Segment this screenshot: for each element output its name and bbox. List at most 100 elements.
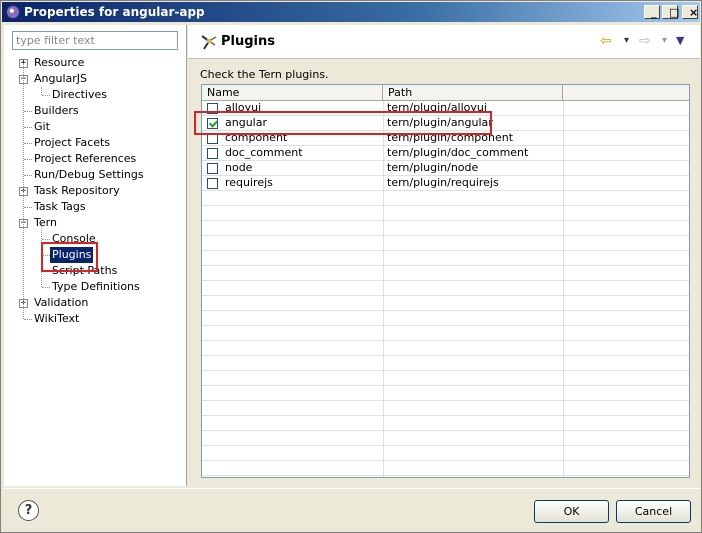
window-title: Properties for angular-app — [24, 5, 205, 19]
filter-input[interactable] — [12, 31, 178, 50]
tree-item-script-paths[interactable]: Script Paths — [4, 263, 187, 279]
minimize-button[interactable]: _ — [644, 5, 660, 19]
forward-arrow-icon[interactable]: ⇨ — [639, 33, 651, 49]
tree-item-builders[interactable]: Builders — [4, 103, 187, 119]
plugin-path: tern/plugin/doc_comment — [387, 146, 529, 159]
view-menu-icon[interactable]: ▼ — [676, 33, 684, 49]
tree-item-git[interactable]: Git — [4, 119, 187, 135]
plugins-table: Name Path alloyui tern/plugin/alloyui angu… — [201, 84, 690, 478]
tree-item-label: Task Tags — [34, 200, 86, 213]
table-row[interactable]: node tern/plugin/node — [202, 161, 689, 176]
empty-table-row — [202, 251, 689, 266]
empty-table-row — [202, 311, 689, 326]
plugin-name: alloyui — [225, 101, 262, 114]
empty-table-row — [202, 356, 689, 371]
plugin-checkbox[interactable] — [207, 163, 218, 174]
plugin-name: doc_comment — [225, 146, 303, 159]
column-header-path[interactable]: Path — [383, 85, 563, 101]
tree-connector — [24, 175, 32, 176]
help-button[interactable]: ? — [18, 500, 39, 521]
tree-item-label: Type Definitions — [52, 280, 140, 293]
tree-item-project-facets[interactable]: Project Facets — [4, 135, 187, 151]
column-header-name[interactable]: Name — [202, 85, 383, 101]
tree-item-tern[interactable]: − Tern — [4, 215, 187, 231]
tree-connector — [24, 319, 32, 320]
properties-dialog: Properties for angular-app _ □ × +Resour… — [0, 0, 702, 533]
page-header: Plugins ⇦ ▾ ⇨ ▾ ▼ — [188, 25, 700, 59]
tree-connector — [42, 95, 50, 96]
tree-item-label: Git — [34, 120, 50, 133]
page-title: Plugins — [221, 34, 275, 49]
button-bar: ? OK Cancel — [2, 488, 700, 532]
tree-item-plugins[interactable]: Plugins — [4, 247, 187, 263]
empty-table-row — [202, 296, 689, 311]
plugin-path: tern/plugin/node — [387, 161, 479, 174]
tree-connector — [24, 143, 32, 144]
empty-table-row — [202, 206, 689, 221]
empty-table-row — [202, 236, 689, 251]
tree-item-label: Plugins — [50, 247, 94, 263]
tern-plugin-icon — [201, 35, 217, 50]
table-row[interactable]: alloyui tern/plugin/alloyui — [202, 101, 689, 116]
plugin-checkbox[interactable] — [207, 178, 218, 189]
tree-item-task-tags[interactable]: Task Tags — [4, 199, 187, 215]
table-row[interactable]: angular tern/plugin/angular — [202, 116, 689, 131]
plugin-checkbox[interactable] — [207, 133, 218, 144]
tree-item-label: Script Paths — [52, 264, 118, 277]
empty-table-row — [202, 266, 689, 281]
tree-item-label: Tern — [34, 216, 57, 229]
tree-item-console[interactable]: Console — [4, 231, 187, 247]
close-button[interactable]: × — [682, 5, 698, 19]
tree-item-label: Console — [52, 232, 96, 245]
plugin-checkbox[interactable] — [207, 103, 218, 114]
plugin-checkbox[interactable] — [207, 148, 218, 159]
tree-connector — [24, 111, 32, 112]
table-row[interactable]: requirejs tern/plugin/requirejs — [202, 176, 689, 191]
tree-item-task-repository[interactable]: + Task Repository — [4, 183, 187, 199]
tree-item-type-definitions[interactable]: Type Definitions — [4, 279, 187, 295]
empty-table-row — [202, 371, 689, 386]
navigation-pane: +Resource−AngularJSDirectives Builders Git… — [4, 25, 187, 486]
plugin-path: tern/plugin/alloyui — [387, 101, 487, 114]
tree-item-wikitext[interactable]: WikiText — [4, 311, 187, 327]
ok-button[interactable]: OK — [534, 500, 609, 523]
tree-item-project-references[interactable]: Project References — [4, 151, 187, 167]
tree-item-directives[interactable]: Directives — [4, 87, 187, 103]
tree-connector — [24, 159, 32, 160]
empty-table-row — [202, 416, 689, 431]
tree-item-resource[interactable]: + Resource — [4, 55, 187, 71]
plugin-path: tern/plugin/requirejs — [387, 176, 499, 189]
forward-menu-chevron-icon[interactable]: ▾ — [662, 33, 667, 49]
plugin-checkbox[interactable] — [207, 118, 218, 129]
empty-table-row — [202, 341, 689, 356]
tree-item-label: Task Repository — [34, 184, 120, 197]
tree-item-label: Project Facets — [34, 136, 111, 149]
title-bar[interactable]: Properties for angular-app _ □ × — [2, 2, 700, 22]
empty-table-row — [202, 461, 689, 476]
empty-table-row — [202, 281, 689, 296]
back-arrow-icon[interactable]: ⇦ — [600, 33, 612, 49]
table-row[interactable]: component tern/plugin/component — [202, 131, 689, 146]
maximize-button[interactable]: □ — [662, 5, 679, 19]
tree-item-label: Resource — [34, 56, 85, 69]
tree-connector — [42, 287, 50, 288]
tree-item-validation[interactable]: + Validation — [4, 295, 187, 311]
tree-item-label: Directives — [52, 88, 107, 101]
empty-table-row — [202, 386, 689, 401]
tree-connector — [23, 63, 24, 319]
tree-item-angularjs[interactable]: − AngularJS — [4, 71, 187, 87]
tree-connector — [24, 207, 32, 208]
empty-table-row — [202, 431, 689, 446]
property-tree: + Resource − AngularJS Directives Builders Git… — [4, 55, 187, 327]
plugin-name: node — [225, 161, 253, 174]
tree-item-run-debug-settings[interactable]: Run/Debug Settings — [4, 167, 187, 183]
content-pane: Plugins ⇦ ▾ ⇨ ▾ ▼ Check the Tern plugins… — [188, 25, 700, 486]
tree-item-label: Builders — [34, 104, 79, 117]
eclipse-icon — [6, 5, 20, 19]
tree-connector — [24, 127, 32, 128]
cancel-button[interactable]: Cancel — [616, 500, 691, 523]
back-menu-chevron-icon[interactable]: ▾ — [624, 33, 629, 49]
plugin-name: component — [225, 131, 288, 144]
table-row[interactable]: doc_comment tern/plugin/doc_comment — [202, 146, 689, 161]
empty-table-row — [202, 446, 689, 461]
